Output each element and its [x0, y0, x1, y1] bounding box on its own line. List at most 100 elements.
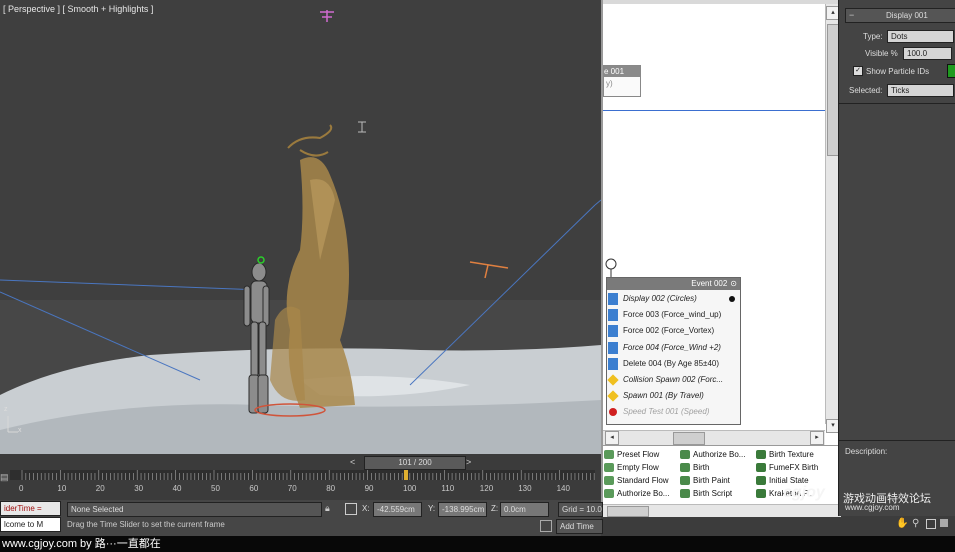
time-slider-thumb[interactable]: 101 / 200	[364, 456, 466, 470]
test-icon	[609, 408, 617, 417]
ruler-label: 120	[480, 484, 494, 493]
time-ruler[interactable]: 0 10 20 30 40 50 60 70 80 90 100 110 120 130 140	[10, 470, 595, 494]
operator-item[interactable]: Display 002 (Circles)	[607, 291, 740, 307]
depot-item-icon	[604, 450, 614, 459]
watermark-url: www.cgjoy.com	[845, 503, 900, 512]
operator-item[interactable]: Collision Spawn 002 (Forc...	[607, 372, 740, 388]
horizontal-scroll-thumb[interactable]	[673, 432, 705, 445]
operator-item[interactable]: Delete 004 (By Age 85±40)	[607, 356, 740, 372]
particle-id-color-swatch[interactable]	[947, 64, 955, 78]
maximize-viewport-icon[interactable]	[926, 519, 936, 529]
type-dropdown[interactable]: Dots	[887, 30, 954, 43]
add-time-tag[interactable]: Add Time	[556, 519, 603, 534]
scroll-left-button[interactable]: ◂	[605, 431, 619, 445]
wire-line	[603, 110, 825, 111]
depot-item-label: FumeFX Birth	[769, 463, 819, 472]
rollout-header[interactable]: − Display 001	[845, 8, 955, 23]
depot-item-label: Birth Texture	[769, 450, 814, 459]
depot-item[interactable]: Authorize Bo...	[603, 487, 679, 500]
z-coord-field[interactable]: 0.0cm	[500, 502, 549, 517]
operator-item[interactable]: Speed Test 001 (Speed)	[607, 404, 740, 420]
z-coord-label: Z:	[491, 504, 499, 513]
selected-dropdown[interactable]: Ticks	[887, 84, 954, 97]
credit-text: www.cgjoy.com by 路···一直都在	[2, 538, 161, 550]
zoom-icon[interactable]: ⚲	[912, 518, 919, 529]
operator-label: Force 002 (Force_Vortex)	[623, 326, 715, 336]
time-slider-next[interactable]: >	[466, 457, 471, 467]
maxscript-listener-line1[interactable]: iderTime =	[0, 501, 61, 516]
lock-selection-icon[interactable]: 🔒︎	[325, 503, 330, 514]
spawn-icon	[607, 374, 619, 386]
y-coord-label: Y:	[428, 504, 436, 513]
absolute-mode-icon[interactable]	[345, 503, 357, 515]
display-dot-icon[interactable]	[729, 296, 735, 302]
depot-item-label: Birth Paint	[693, 476, 730, 485]
depot-item[interactable]: FumeFX Birth	[755, 461, 831, 474]
ruler-label: 90	[365, 484, 374, 493]
x-coord-field[interactable]: -42.559cm	[373, 502, 422, 517]
depot-item[interactable]: Preset Flow	[603, 448, 679, 461]
axis-x-label: x	[18, 427, 22, 434]
event-toggle-icon[interactable]: ⊙	[727, 279, 740, 288]
depot-item[interactable]: Birth Paint	[679, 474, 755, 487]
x-coord-label: X:	[362, 504, 370, 513]
time-slider-prev[interactable]: <	[350, 457, 355, 467]
depot-item-icon	[604, 463, 614, 472]
depot-item-icon	[680, 463, 690, 472]
depot-item[interactable]: Birth Texture	[755, 448, 831, 461]
ruler-label: 30	[134, 484, 143, 493]
show-particle-ids-label: Show Particle IDs	[866, 67, 930, 76]
depot-item-label: Birth	[693, 463, 710, 472]
spawn-icon	[607, 390, 619, 402]
operator-item[interactable]: Force 002 (Force_Vortex)	[607, 323, 740, 339]
time-slider-bar[interactable]: < 101 / 200 > ▤ 0 10 20 30 40 50 60 70 80 90 100 11…	[0, 454, 601, 500]
depot-item[interactable]: Standard Flow	[603, 474, 679, 487]
operator-label: Collision Spawn 002 (Forc...	[623, 375, 724, 384]
particle-view-menu-bar[interactable]	[603, 0, 840, 4]
depot-item-icon	[756, 450, 766, 459]
depot-item-icon	[680, 476, 690, 485]
depot-item-icon	[680, 450, 690, 459]
ruler-label: 80	[326, 484, 335, 493]
viewport-scene	[0, 0, 601, 467]
depot-scroll-thumb[interactable]	[607, 506, 649, 517]
operator-item[interactable]: Force 004 (Force_Wind +2)	[607, 340, 740, 356]
credit-footer: www.cgjoy.com by 路···一直都在	[0, 536, 955, 552]
event-node-002[interactable]: Event 002 ⊙ Display 002 (Circles) Force 00…	[606, 277, 741, 425]
ruler-label: 60	[249, 484, 258, 493]
perspective-viewport[interactable]: [ Perspective ] [ Smooth + Highlights ] …	[0, 0, 601, 467]
ruler-label: 100	[403, 484, 417, 493]
depot-scrollbar[interactable]	[603, 504, 841, 517]
operator-item[interactable]: Spawn 001 (By Travel)	[607, 388, 740, 404]
depot-item[interactable]: Empty Flow	[603, 461, 679, 474]
visible-percent-spinner[interactable]: 100.0	[903, 47, 952, 60]
operator-label: Delete 004 (By Age 85±40)	[623, 358, 720, 368]
depot-item[interactable]: Birth Script	[679, 487, 755, 500]
depot-item-icon	[756, 489, 766, 498]
y-coord-field[interactable]: -138.995cm	[438, 502, 487, 517]
depot-item[interactable]: Authorize Bo...	[679, 448, 755, 461]
pan-hand-icon[interactable]: ✋	[896, 518, 908, 529]
depot-column-2: Authorize Bo... Birth Birth Paint Birth Scr…	[679, 448, 755, 500]
ruler-label: 10	[57, 484, 66, 493]
event-node-002-title[interactable]: Event 002 ⊙	[607, 278, 740, 290]
particle-view-horizontal-scrollbar[interactable]: ◂ ▸	[603, 430, 825, 445]
orbit-icon[interactable]	[940, 519, 948, 527]
particle-view-canvas[interactable]: e 001 y) Event 002 ⊙ Display 002 (Circles…	[601, 0, 840, 445]
axis-z-label: z	[4, 406, 8, 413]
scroll-right-button[interactable]: ▸	[810, 431, 824, 445]
time-tag-icon[interactable]	[540, 520, 552, 532]
timeline-toggle-icon[interactable]: ▤	[0, 472, 9, 488]
prompt-line: Drag the Time Slider to set the current …	[67, 520, 225, 529]
operator-item[interactable]: Force 003 (Force_wind_up)	[607, 307, 740, 323]
viewport-label[interactable]: [ Perspective ] [ Smooth + Highlights ]	[3, 4, 153, 14]
panel-divider	[839, 440, 955, 441]
viewport-nav-controls: ✋ ⚲	[894, 518, 954, 532]
event-node-001[interactable]: e 001 y)	[603, 65, 641, 97]
depot-item-label: Authorize Bo...	[617, 489, 670, 498]
show-particle-ids-checkbox[interactable]: ✓	[853, 66, 863, 76]
parameters-panel: − Display 001 Type: Dots Visible % 100.0…	[838, 0, 955, 529]
maxscript-listener-line2[interactable]: lcome to M	[0, 517, 61, 532]
operator-label: Force 004 (Force_Wind +2)	[623, 342, 721, 352]
depot-item[interactable]: Birth	[679, 461, 755, 474]
